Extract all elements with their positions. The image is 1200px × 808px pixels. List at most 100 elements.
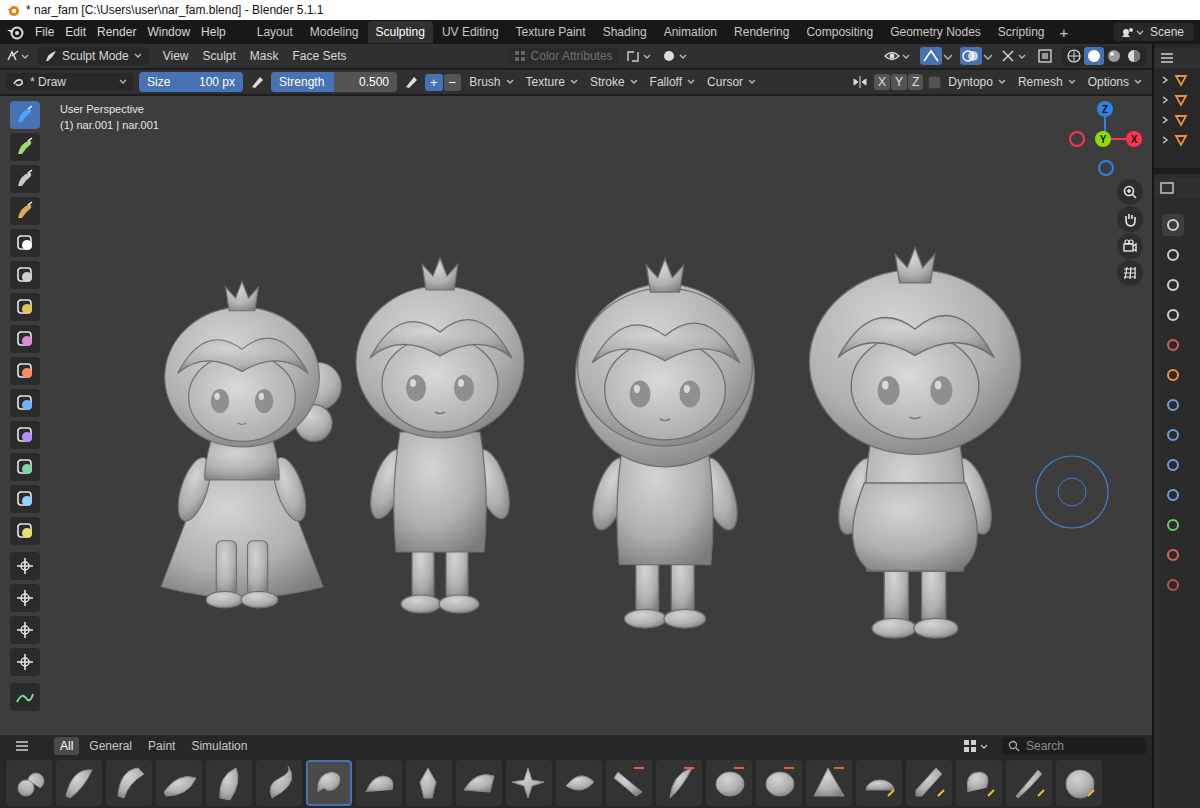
direction-button[interactable]: + bbox=[425, 74, 443, 91]
outliner-row[interactable] bbox=[1154, 72, 1200, 88]
workspace-tab[interactable]: Compositing bbox=[798, 21, 881, 43]
tool-button[interactable] bbox=[10, 648, 40, 676]
gizmo-axis[interactable]: Y bbox=[1095, 131, 1111, 147]
direction-button[interactable]: − bbox=[444, 74, 462, 91]
tool-button[interactable] bbox=[10, 517, 40, 545]
workspace-tab[interactable]: Animation bbox=[656, 21, 725, 43]
camera-button[interactable] bbox=[1117, 233, 1143, 259]
gizmo-axis[interactable]: Z bbox=[1097, 101, 1113, 117]
workspace-tab[interactable]: Layout bbox=[249, 21, 301, 43]
workspace-tab[interactable]: Texture Paint bbox=[508, 21, 594, 43]
mode-dropdown[interactable]: Sculpt Mode bbox=[38, 47, 149, 65]
properties-tab[interactable] bbox=[1162, 274, 1184, 296]
blender-logo-icon[interactable] bbox=[6, 24, 24, 40]
tool-menu[interactable]: Brush bbox=[466, 73, 517, 91]
wireframe-shading-icon[interactable] bbox=[1064, 47, 1084, 65]
scene-selector[interactable]: Scene bbox=[1114, 23, 1194, 41]
outliner-row[interactable] bbox=[1154, 132, 1200, 148]
asset-shelf-tab[interactable]: All bbox=[54, 737, 79, 755]
mirror-icon[interactable] bbox=[851, 74, 869, 90]
menu-item[interactable]: Window bbox=[142, 23, 195, 41]
brush-dropdown[interactable]: * Draw bbox=[6, 73, 134, 91]
symmetry-icon[interactable] bbox=[625, 48, 655, 64]
tool-button[interactable] bbox=[10, 101, 40, 129]
tool-button[interactable] bbox=[10, 616, 40, 644]
axis-toggle[interactable]: Y bbox=[891, 74, 907, 90]
menu-item[interactable]: Help bbox=[196, 23, 231, 41]
brush-thumbnail[interactable] bbox=[806, 760, 852, 806]
workspace-tab[interactable]: Sculpting bbox=[368, 21, 433, 43]
brush-thumbnail[interactable] bbox=[256, 760, 302, 806]
add-workspace-button[interactable]: + bbox=[1054, 22, 1075, 43]
brush-thumbnail[interactable] bbox=[856, 760, 902, 806]
size-field[interactable]: Size100 px bbox=[139, 72, 243, 92]
brush-thumbnail[interactable] bbox=[706, 760, 752, 806]
brush-thumbnail[interactable] bbox=[506, 760, 552, 806]
tool-menu[interactable]: Falloff bbox=[647, 73, 699, 91]
character-figure[interactable] bbox=[356, 258, 524, 613]
tool-button[interactable] bbox=[10, 357, 40, 385]
properties-tab[interactable] bbox=[1162, 364, 1184, 386]
brush-thumbnail[interactable] bbox=[456, 760, 502, 806]
xray-toggle-icon[interactable] bbox=[1036, 48, 1056, 64]
tool-button[interactable] bbox=[10, 165, 40, 193]
tool-menu[interactable]: Remesh bbox=[1015, 73, 1080, 91]
menu-item[interactable]: Render bbox=[92, 23, 141, 41]
outliner-row[interactable] bbox=[1154, 112, 1200, 128]
properties-tab[interactable] bbox=[1162, 424, 1184, 446]
tool-menu[interactable]: Options bbox=[1085, 73, 1146, 91]
pan-button[interactable] bbox=[1117, 206, 1143, 232]
tool-menu[interactable]: Stroke bbox=[587, 73, 642, 91]
properties-icon[interactable] bbox=[1158, 180, 1176, 196]
asset-shelf-tab[interactable]: Paint bbox=[142, 737, 181, 755]
brush-thumbnail[interactable] bbox=[6, 760, 52, 806]
character-figure[interactable] bbox=[809, 248, 1020, 639]
brush-thumbnail[interactable] bbox=[1056, 760, 1102, 806]
properties-tab[interactable] bbox=[1162, 244, 1184, 266]
properties-tab[interactable] bbox=[1162, 304, 1184, 326]
menu-item[interactable]: File bbox=[30, 23, 59, 41]
material-shading-icon[interactable] bbox=[1104, 47, 1124, 65]
zoom-button[interactable] bbox=[1117, 179, 1143, 205]
tool-button[interactable] bbox=[10, 229, 40, 257]
properties-tab[interactable] bbox=[1162, 544, 1184, 566]
tool-button[interactable] bbox=[10, 197, 40, 225]
tool-button[interactable] bbox=[10, 485, 40, 513]
pen-pressure-icon[interactable] bbox=[248, 74, 266, 90]
brush-thumbnail[interactable] bbox=[606, 760, 652, 806]
brush-thumbnail[interactable] bbox=[556, 760, 602, 806]
character-figure[interactable] bbox=[161, 281, 341, 608]
gizmo-toggle[interactable] bbox=[920, 47, 954, 65]
brush-thumbnail[interactable] bbox=[956, 760, 1002, 806]
workspace-tab[interactable]: Shading bbox=[595, 21, 655, 43]
brush-thumbnail[interactable] bbox=[206, 760, 252, 806]
rendered-shading-icon[interactable] bbox=[1124, 47, 1144, 65]
properties-tab[interactable] bbox=[1162, 334, 1184, 356]
gizmo-axis[interactable]: X bbox=[1126, 131, 1142, 147]
properties-tab[interactable] bbox=[1162, 514, 1184, 536]
brush-thumbnail[interactable] bbox=[106, 760, 152, 806]
properties-tab[interactable] bbox=[1162, 574, 1184, 596]
tool-button[interactable] bbox=[10, 683, 40, 711]
workspace-tab[interactable]: UV Editing bbox=[434, 21, 507, 43]
tool-button[interactable] bbox=[10, 389, 40, 417]
asset-shelf-tab[interactable]: Simulation bbox=[185, 737, 253, 755]
tool-button[interactable] bbox=[10, 133, 40, 161]
tool-button[interactable] bbox=[10, 325, 40, 353]
tool-button[interactable] bbox=[10, 421, 40, 449]
shading-dot-icon[interactable] bbox=[661, 48, 691, 64]
header-menu[interactable]: View bbox=[159, 47, 193, 65]
character-figure[interactable] bbox=[576, 259, 755, 628]
axis-toggle[interactable]: Z bbox=[908, 74, 923, 90]
brush-thumbnail[interactable] bbox=[156, 760, 202, 806]
brush-thumbnail[interactable] bbox=[1006, 760, 1052, 806]
search-field[interactable]: Search bbox=[1002, 737, 1146, 755]
tool-menu[interactable]: Cursor bbox=[704, 73, 760, 91]
brush-thumbnail[interactable] bbox=[906, 760, 952, 806]
properties-tab[interactable] bbox=[1162, 214, 1184, 236]
color-attributes-dropdown[interactable]: Color Attributes bbox=[507, 47, 619, 65]
properties-tab[interactable] bbox=[1162, 394, 1184, 416]
brush-thumbnail[interactable] bbox=[306, 760, 352, 806]
3d-viewport[interactable]: User Perspective(1) nar.001 | nar.001ZYX bbox=[0, 96, 1152, 735]
outliner-row[interactable] bbox=[1154, 92, 1200, 108]
